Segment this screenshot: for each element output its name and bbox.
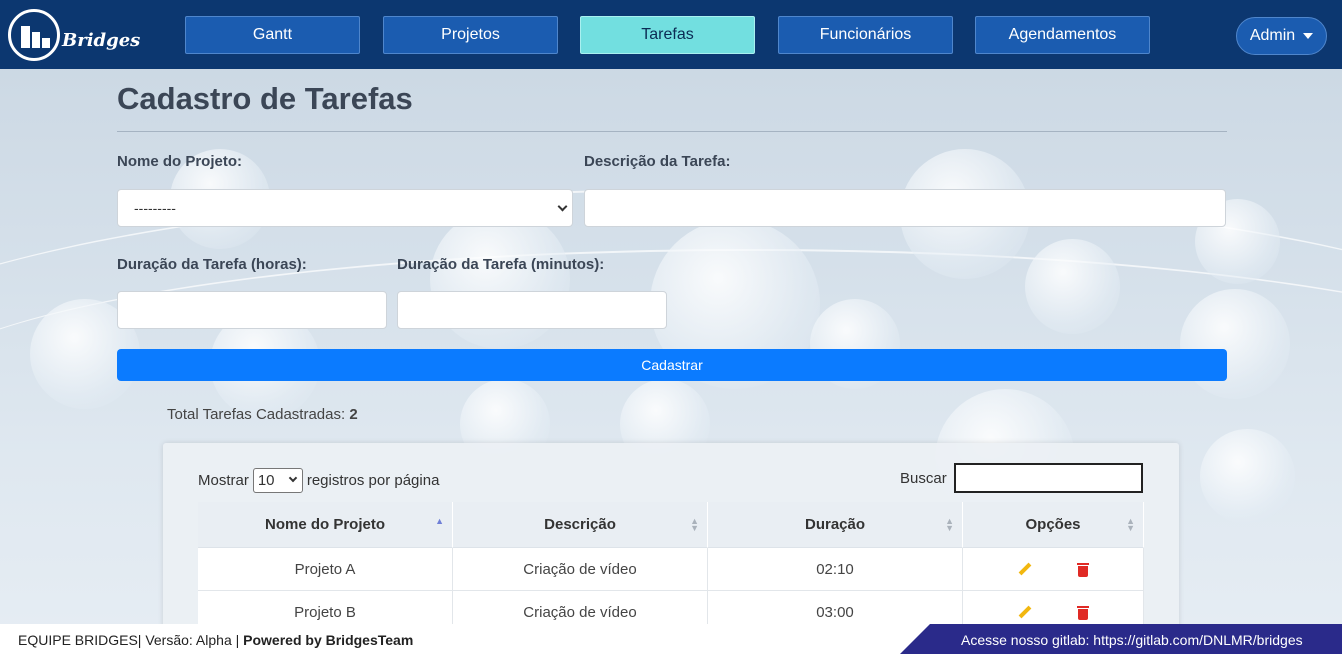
footer-gitlab-band: Acesse nosso gitlab: https://gitlab.com/… <box>900 624 1342 654</box>
cell-duration: 02:10 <box>708 548 963 591</box>
submit-button[interactable]: Cadastrar <box>117 349 1227 381</box>
trash-icon[interactable] <box>1077 605 1089 620</box>
nav-projetos[interactable]: Projetos <box>383 16 558 54</box>
page-size-control: Mostrar 10 registros por página <box>198 468 439 493</box>
minutes-label: Duração da Tarefa (minutos): <box>397 256 605 273</box>
brand-name: Bridges <box>62 29 141 51</box>
footer-powered-by: Powered by BridgesTeam <box>243 632 414 648</box>
minutes-input[interactable] <box>397 291 667 329</box>
sort-icon: ▲ ▼ <box>945 516 954 533</box>
search-input[interactable] <box>954 463 1143 493</box>
tasks-table: Nome do Projeto ▲ Descrição ▲ ▼ Duração ▲… <box>198 502 1144 634</box>
description-label: Descrição da Tarefa: <box>584 153 731 170</box>
column-header-project[interactable]: Nome do Projeto ▲ <box>198 502 453 548</box>
total-tasks-label: Total Tarefas Cadastradas: <box>167 406 346 423</box>
total-tasks-count: 2 <box>349 406 358 423</box>
brand-logo-icon <box>8 9 60 61</box>
nav-gantt[interactable]: Gantt <box>185 16 360 54</box>
cell-project: Projeto A <box>198 548 453 591</box>
show-suffix: registros por página <box>306 472 440 489</box>
page-title: Cadastro de Tarefas <box>117 81 413 116</box>
project-select[interactable]: --------- <box>117 189 573 227</box>
nav-tarefas[interactable]: Tarefas <box>580 16 755 54</box>
cell-description: Criação de vídeo <box>453 548 708 591</box>
table-row: Projeto A Criação de vídeo 02:10 <box>198 548 1144 591</box>
sort-asc-icon: ▲ <box>435 516 444 526</box>
sort-icon: ▲ ▼ <box>1126 516 1135 533</box>
table-header-row: Nome do Projeto ▲ Descrição ▲ ▼ Duração ▲… <box>198 502 1144 548</box>
divider <box>117 131 1227 132</box>
column-header-options[interactable]: Opções ▲ ▼ <box>963 502 1144 548</box>
project-label: Nome do Projeto: <box>117 153 243 170</box>
page-size-value: 10 <box>257 472 275 489</box>
footer-version: EQUIPE BRIDGES| Versão: Alpha | <box>18 632 244 648</box>
brand[interactable]: Bridges <box>8 9 140 61</box>
nav-agendamentos[interactable]: Agendamentos <box>975 16 1150 54</box>
admin-menu-button[interactable]: Admin <box>1236 17 1327 55</box>
admin-label: Admin <box>1249 27 1296 44</box>
column-header-description[interactable]: Descrição ▲ ▼ <box>453 502 708 548</box>
description-input[interactable] <box>584 189 1226 227</box>
nav-funcionarios[interactable]: Funcionários <box>778 16 953 54</box>
chevron-down-icon <box>288 473 298 483</box>
total-tasks: Total Tarefas Cadastradas: 2 <box>167 406 358 423</box>
show-prefix: Mostrar <box>198 472 249 489</box>
project-select-value: --------- <box>134 200 176 216</box>
caret-down-icon <box>1303 33 1314 39</box>
sort-icon: ▲ ▼ <box>690 516 699 533</box>
column-header-duration[interactable]: Duração ▲ ▼ <box>708 502 963 548</box>
trash-icon[interactable] <box>1077 562 1089 577</box>
pencil-icon[interactable] <box>1017 562 1031 576</box>
chevron-down-icon <box>557 201 568 212</box>
page-size-select[interactable]: 10 <box>252 468 303 493</box>
hours-input[interactable] <box>117 291 387 329</box>
top-navbar: Bridges Gantt Projetos Tarefas Funcionár… <box>0 0 1342 69</box>
footer-gitlab-link[interactable]: Acesse nosso gitlab: https://gitlab.com/… <box>961 632 1303 648</box>
hours-label: Duração da Tarefa (horas): <box>117 256 307 273</box>
pencil-icon[interactable] <box>1017 605 1031 619</box>
footer-credits: EQUIPE BRIDGES| Versão: Alpha | Powered … <box>18 632 413 648</box>
search-label: Buscar <box>900 470 947 487</box>
cell-options <box>963 548 1144 591</box>
